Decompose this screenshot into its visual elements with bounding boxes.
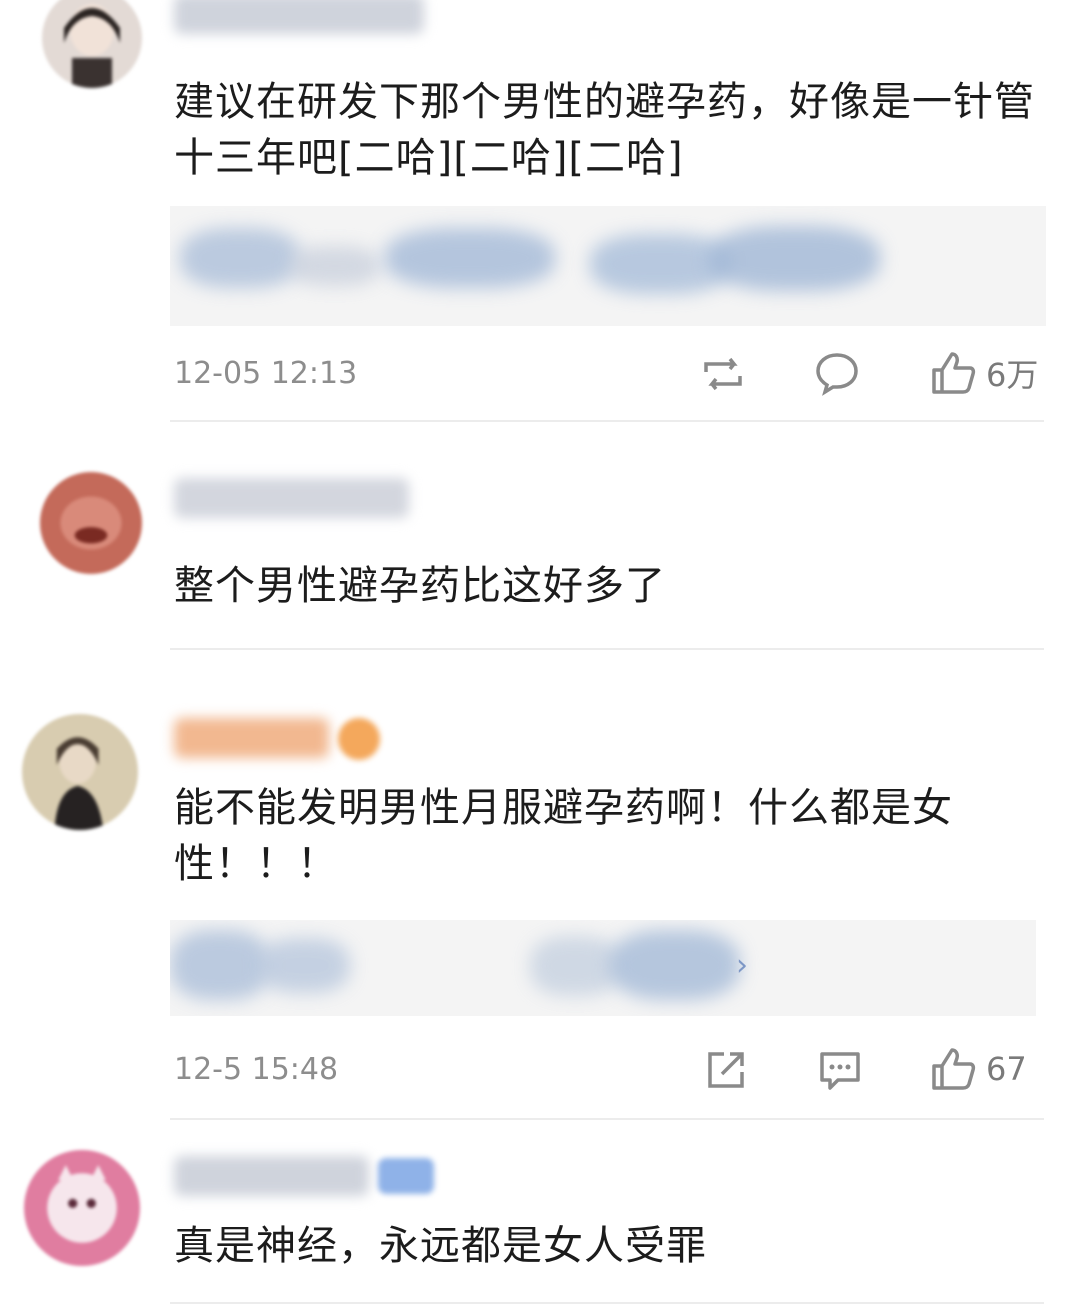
share-icon [708, 1052, 744, 1088]
quoted-reference-blurred[interactable]: › [170, 920, 1036, 1016]
avatar[interactable] [42, 0, 142, 88]
username-blurred[interactable] [174, 718, 329, 758]
like-count: 6万 [986, 356, 1039, 394]
username-blurred[interactable] [174, 478, 409, 518]
comment-feed: 建议在研发下那个男性的避孕药，好像是一针管十三年吧[二哈][二哈][二哈] 12… [0, 0, 1080, 1311]
comment-text: 整个男性避孕药比这好多了 [174, 563, 666, 609]
comment-button[interactable] [818, 1048, 862, 1092]
comment-button[interactable] [814, 350, 860, 396]
repost-icon [704, 357, 742, 391]
divider [170, 1302, 1044, 1304]
like-button[interactable]: 6万 [930, 350, 1038, 396]
like-button[interactable]: 67 [930, 1046, 1027, 1092]
divider [170, 420, 1044, 422]
repost-button[interactable] [700, 352, 746, 396]
comment-text: 真是神经，永远都是女人受罪 [174, 1223, 707, 1269]
divider [170, 1118, 1044, 1120]
divider [170, 648, 1044, 650]
comment-icon [820, 1052, 860, 1090]
like-icon [932, 1048, 976, 1090]
comment-text: 建议在研发下那个男性的避孕药，好像是一针管十三年吧[二哈][二哈][二哈] [174, 79, 1035, 181]
comment-time: 12-05 12:13 [174, 356, 358, 391]
like-count: 67 [986, 1050, 1027, 1088]
like-icon [932, 352, 976, 394]
vip-badge-icon [338, 718, 380, 760]
comment-time: 12-5 15:48 [174, 1052, 339, 1087]
quoted-reference-blurred[interactable] [170, 206, 1046, 326]
username-blurred[interactable] [174, 1156, 369, 1196]
avatar[interactable] [22, 714, 138, 830]
avatar[interactable] [40, 472, 142, 574]
chevron-right-icon: › [736, 948, 748, 983]
comment-icon [816, 353, 858, 396]
verified-badge-icon [378, 1158, 434, 1194]
username-blurred[interactable] [174, 0, 424, 34]
share-button[interactable] [704, 1048, 748, 1092]
avatar[interactable] [24, 1150, 140, 1266]
comment-text: 能不能发明男性月服避孕药啊！什么都是女性！！！ [174, 785, 953, 887]
